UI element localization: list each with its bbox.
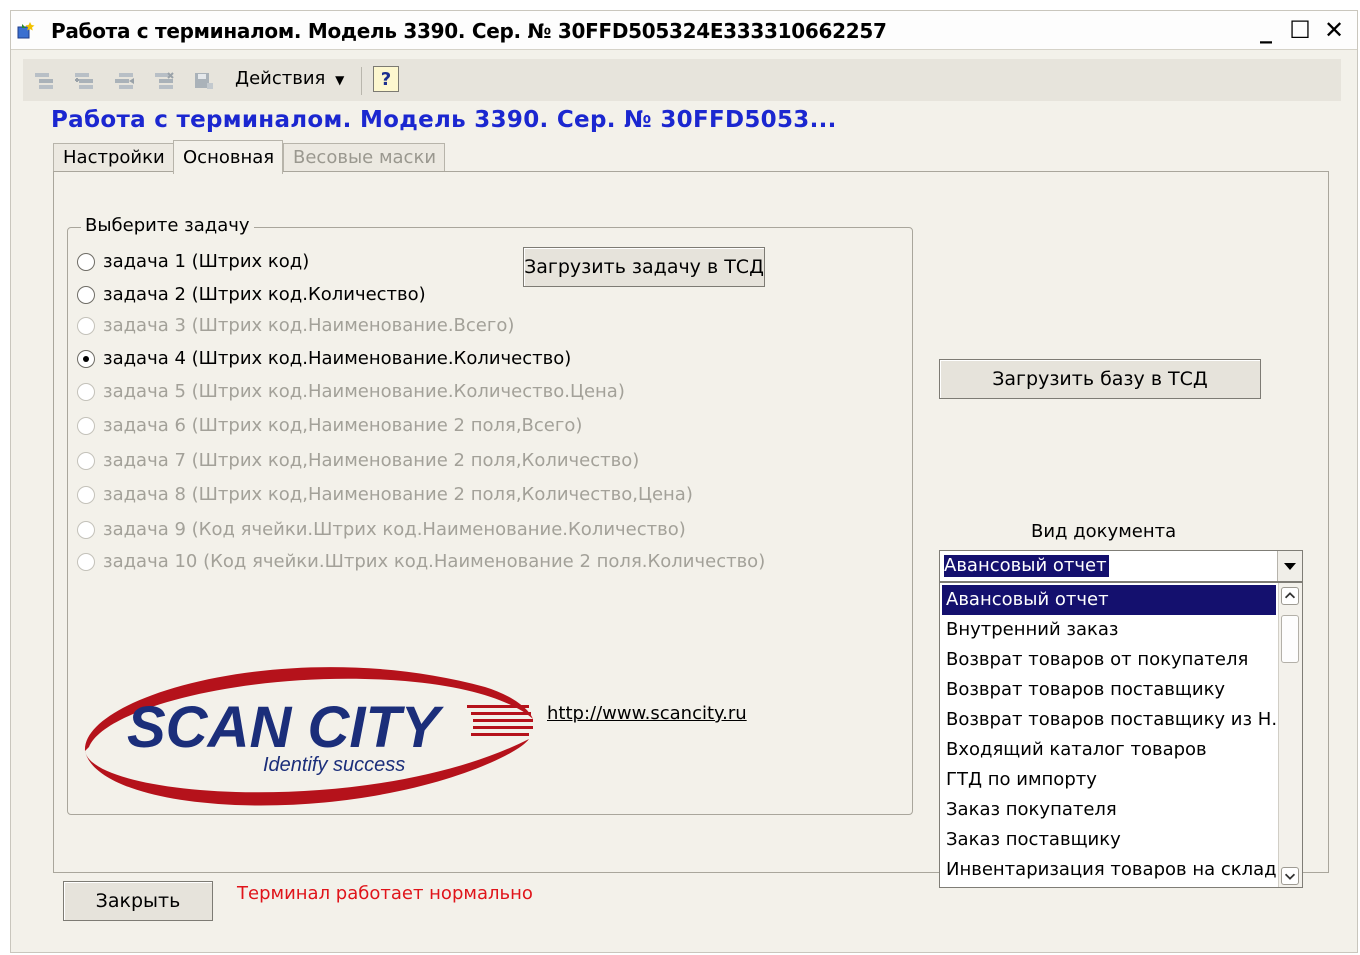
list-item[interactable]: ГТД по импорту — [942, 765, 1276, 795]
window-title: Работа с терминалом. Модель 3390. Сер. №… — [51, 19, 887, 43]
minimize-button[interactable]: _ — [1251, 15, 1281, 45]
radio-label: задача 1 (Штрих код) — [103, 251, 310, 272]
chevron-down-icon[interactable] — [1277, 551, 1302, 581]
save-icon[interactable] — [193, 70, 215, 92]
radio-circle — [77, 350, 95, 368]
radio-label: задача 4 (Штрих код.Наименование.Количес… — [103, 348, 572, 369]
toolbar-separator — [361, 67, 362, 95]
radio-circle — [77, 253, 95, 271]
radio-label: задача 2 (Штрих код.Количество) — [103, 284, 426, 305]
close-window-button[interactable]: ✕ — [1319, 15, 1349, 45]
tab-settings[interactable]: Настройки — [53, 143, 175, 173]
radio-circle — [77, 286, 95, 304]
dropdown-scrollbar[interactable] — [1278, 583, 1302, 887]
tab-weight-masks: Весовые маски — [283, 143, 445, 173]
tree-icon[interactable] — [33, 70, 55, 92]
radio-checked-dot — [83, 356, 89, 362]
load-base-button[interactable]: Загрузить базу в ТСД — [939, 359, 1261, 399]
tree-add-icon[interactable] — [73, 70, 95, 92]
logo-tagline: Identify success — [263, 754, 405, 776]
logo-name: SCAN CITY — [127, 695, 445, 760]
actions-label: Действия — [235, 68, 326, 89]
document-type-select[interactable]: Авансовый отчет — [939, 550, 1303, 582]
radio-label: задача 3 (Штрих код.Наименование.Всего) — [103, 315, 515, 336]
radio-circle — [77, 486, 95, 504]
actions-menu[interactable]: Действия ▼ — [235, 68, 344, 89]
app-icon — [17, 22, 35, 39]
help-button[interactable]: ? — [373, 66, 399, 92]
toolbar: Действия ▼ ? — [23, 59, 1341, 101]
radio-label: задача 8 (Штрих код,Наименование 2 поля,… — [103, 484, 693, 505]
radio-label: задача 10 (Код ячейки.Штрих код.Наименов… — [103, 551, 766, 572]
list-item[interactable]: Авансовый отчет — [942, 585, 1276, 615]
radio-circle — [77, 521, 95, 539]
task-group-label: Выберите задачу — [81, 215, 254, 236]
status-text: Терминал работает нормально — [237, 883, 533, 904]
radio-circle — [77, 553, 95, 571]
list-item[interactable]: Инвентаризация товаров на складе — [942, 855, 1276, 885]
title-bar: Работа с терминалом. Модель 3390. Сер. №… — [11, 11, 1357, 50]
chevron-down-icon: ▼ — [335, 73, 345, 87]
scrollbar-thumb[interactable] — [1281, 615, 1299, 663]
radio-circle — [77, 417, 95, 435]
tree-remove-icon[interactable] — [153, 70, 175, 92]
website-link[interactable]: http://www.scancity.ru — [547, 703, 747, 724]
chevron-down-icon[interactable] — [1281, 867, 1299, 885]
list-item[interactable]: Входящий каталог товаров — [942, 735, 1276, 765]
radio-label: задача 7 (Штрих код,Наименование 2 поля,… — [103, 450, 640, 471]
list-item[interactable]: Возврат товаров поставщику — [942, 675, 1276, 705]
tree-move-icon[interactable] — [113, 70, 135, 92]
close-button[interactable]: Закрыть — [63, 881, 213, 921]
document-type-dropdown: Авансовый отчет Внутренний заказ Возврат… — [939, 582, 1303, 888]
list-item[interactable]: Заказ поставщику — [942, 825, 1276, 855]
radio-circle — [77, 317, 95, 335]
list-item[interactable]: Внутренний заказ — [942, 615, 1276, 645]
chevron-up-icon[interactable] — [1281, 587, 1299, 605]
radio-label: задача 6 (Штрих код,Наименование 2 поля,… — [103, 415, 583, 436]
form-title: Работа с терминалом. Модель 3390. Сер. №… — [51, 107, 837, 133]
radio-label: задача 5 (Штрих код.Наименование.Количес… — [103, 381, 625, 402]
scan-city-logo: SCAN CITY Identify success — [84, 667, 533, 806]
list-item[interactable]: Возврат товаров от покупателя — [942, 645, 1276, 675]
document-type-value: Авансовый отчет — [944, 555, 1109, 577]
list-item[interactable]: Заказ покупателя — [942, 795, 1276, 825]
maximize-button[interactable]: ☐ — [1285, 15, 1315, 45]
window: Работа с терминалом. Модель 3390. Сер. №… — [10, 10, 1358, 953]
tab-main[interactable]: Основная — [173, 140, 283, 174]
load-task-button[interactable]: Загрузить задачу в ТСД — [523, 247, 765, 287]
radio-label: задача 9 (Код ячейки.Штрих код.Наименова… — [103, 519, 686, 540]
list-item[interactable]: Возврат товаров поставщику из Н... — [942, 705, 1276, 735]
radio-circle — [77, 383, 95, 401]
radio-circle — [77, 452, 95, 470]
document-type-label: Вид документа — [1031, 521, 1177, 542]
